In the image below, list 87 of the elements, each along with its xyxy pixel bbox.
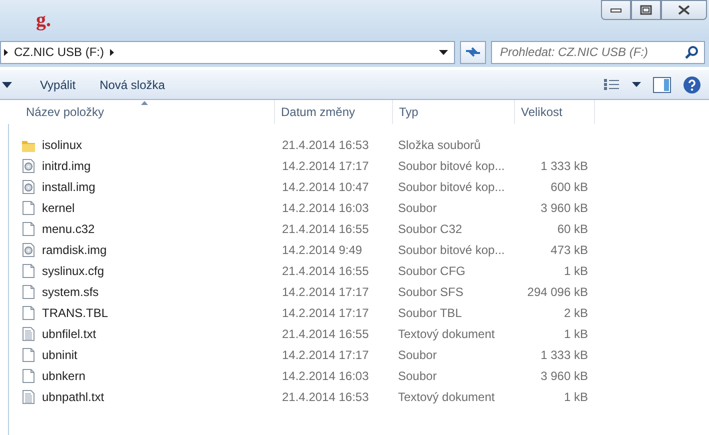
- date-modified: 14.2.2014 10:47: [282, 178, 370, 196]
- file-icon: [20, 284, 36, 300]
- disc-file-icon: [20, 158, 36, 174]
- date-modified: 14.2.2014 17:17: [282, 304, 370, 322]
- text-file-icon: [20, 326, 36, 342]
- date-modified: 14.2.2014 17:17: [282, 346, 370, 364]
- date-modified: 14.2.2014 17:17: [282, 158, 370, 174]
- chevron-icon: [110, 48, 114, 56]
- date-modified: 14.2.2014 9:49: [282, 242, 364, 258]
- search-icon: [685, 46, 698, 58]
- close-icon: [678, 5, 690, 15]
- disc-file-icon: [20, 178, 36, 194]
- file-icon: [20, 220, 36, 236]
- preview-pane-icon[interactable]: [653, 76, 671, 92]
- file-type: Soubor bitové kop...: [398, 178, 506, 196]
- file-size: 1 kB: [562, 326, 588, 342]
- file-type: Textový dokument: [398, 326, 496, 342]
- file-icon: [20, 346, 36, 362]
- file-size: 3 960 kB: [540, 200, 588, 216]
- file-name[interactable]: syslinux.cfg: [38, 262, 282, 280]
- file-name[interactable]: TRANS.TBL: [38, 304, 282, 322]
- date-modified: 21.4.2014 16:55: [282, 326, 370, 342]
- date-modified: 21.4.2014 16:53: [282, 388, 370, 406]
- file-name[interactable]: system.sfs: [38, 282, 282, 300]
- minimize-button[interactable]: [601, 0, 631, 20]
- date-modified: 21.4.2014 16:53: [282, 136, 370, 154]
- date-modified: 14.2.2014 16:03: [282, 368, 370, 384]
- toolbar-button[interactable]: Vypálit: [34, 72, 82, 96]
- maximize-icon: [640, 5, 652, 15]
- file-name[interactable]: ubninit: [38, 346, 282, 364]
- file-name[interactable]: kernel: [38, 198, 282, 216]
- file-size: 600 kB: [550, 178, 588, 196]
- refresh-button[interactable]: [460, 40, 486, 64]
- file-icon: [20, 262, 36, 278]
- file-name[interactable]: isolinux: [38, 136, 282, 154]
- file-size: 1 333 kB: [540, 158, 588, 174]
- date-modified: 21.4.2014 16:55: [282, 262, 370, 280]
- file-icon: [20, 304, 36, 320]
- date-modified: 21.4.2014 16:55: [282, 220, 370, 238]
- text-file-icon: [20, 388, 36, 404]
- minimize-icon: [610, 7, 622, 13]
- file-type: Složka souborů: [398, 136, 482, 154]
- file-type: Soubor C32: [398, 220, 464, 238]
- file-name[interactable]: ubnpathl.txt: [38, 388, 282, 406]
- file-icon: [20, 200, 36, 216]
- file-icon: [20, 368, 36, 384]
- file-size: 1 kB: [562, 262, 588, 280]
- file-type: Soubor: [398, 200, 438, 216]
- file-type: Soubor: [398, 368, 438, 384]
- refresh-icon: [464, 45, 482, 59]
- address-bar[interactable]: CZ.NIC USB (F:): [0, 40, 455, 64]
- file-size: 1 333 kB: [540, 346, 588, 364]
- dropdown-arrow-icon[interactable]: [632, 82, 641, 87]
- toolbar-button[interactable]: Nová složka: [94, 72, 171, 96]
- file-type: Soubor CFG: [398, 262, 466, 280]
- file-type: Soubor: [398, 346, 438, 364]
- file-type: Soubor bitové kop...: [398, 158, 506, 174]
- dropdown-arrow-icon[interactable]: [2, 82, 12, 88]
- help-icon[interactable]: [683, 76, 701, 94]
- logo-mark: g.: [36, 10, 51, 30]
- date-modified: 14.2.2014 17:17: [282, 284, 370, 300]
- file-type: Soubor bitové kop...: [398, 242, 506, 258]
- file-size: 1 kB: [562, 388, 588, 406]
- view-options-icon[interactable]: [604, 78, 620, 92]
- file-name[interactable]: ubnfilel.txt: [38, 324, 282, 342]
- file-size: 294 096 kB: [526, 284, 588, 300]
- file-type: Soubor SFS: [398, 284, 464, 300]
- file-name[interactable]: menu.c32: [38, 220, 282, 238]
- file-name[interactable]: install.img: [38, 178, 282, 196]
- file-size: 60 kB: [556, 220, 588, 238]
- sort-arrow-icon: [141, 101, 148, 105]
- file-name[interactable]: ramdisk.img: [38, 240, 282, 258]
- file-size: 3 960 kB: [540, 368, 588, 384]
- file-size: 2 kB: [562, 304, 588, 322]
- file-size: 473 kB: [550, 242, 588, 258]
- file-type: Textový dokument: [398, 388, 496, 406]
- dropdown-arrow-icon: [439, 50, 448, 54]
- file-name[interactable]: ubnkern: [38, 366, 282, 384]
- maximize-button[interactable]: [631, 0, 661, 20]
- close-button[interactable]: [661, 0, 707, 20]
- file-name[interactable]: initrd.img: [38, 156, 282, 174]
- disc-file-icon: [20, 242, 36, 258]
- date-modified: 14.2.2014 16:03: [282, 200, 370, 216]
- search-field[interactable]: Prohledat: CZ.NIC USB (F:): [491, 40, 705, 64]
- file-type: Soubor TBL: [398, 304, 463, 322]
- breadcrumb-item[interactable]: CZ.NIC USB (F:): [14, 43, 104, 61]
- chevron-icon: [4, 48, 8, 56]
